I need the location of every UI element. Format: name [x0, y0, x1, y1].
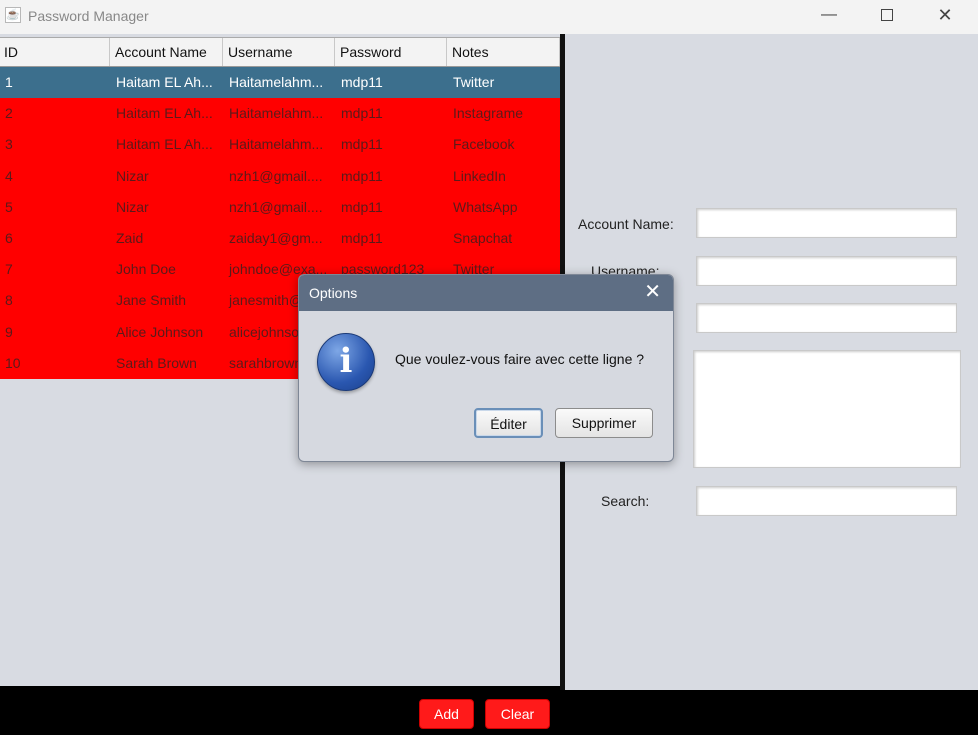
- column-header-account-name[interactable]: Account Name: [111, 38, 223, 66]
- cell-id: 7: [5, 261, 13, 278]
- cell-account-name: Alice Johnson: [116, 323, 204, 340]
- cell-password: mdp11: [341, 136, 383, 153]
- cell-notes: Facebook: [453, 136, 515, 153]
- cell-id: 3: [5, 136, 13, 153]
- cell-id: 4: [5, 167, 13, 184]
- java-cup-icon: ☕: [5, 7, 21, 23]
- notes-textarea[interactable]: [693, 350, 961, 468]
- password-field[interactable]: [696, 303, 957, 333]
- cell-password: mdp11: [341, 229, 383, 246]
- cell-id: 5: [5, 198, 13, 215]
- cell-account-name: Haitam EL Ah...: [116, 74, 213, 90]
- column-header-id[interactable]: ID: [0, 38, 110, 66]
- table-header: ID Account Name Username Password Notes: [0, 37, 560, 68]
- information-glyph: i: [339, 341, 353, 381]
- username-field[interactable]: [696, 256, 957, 286]
- cell-account-name: Sarah Brown: [116, 354, 197, 371]
- dialog-title: Options: [309, 285, 358, 301]
- cell-password: mdp11: [341, 167, 383, 184]
- add-button[interactable]: Add: [419, 699, 474, 729]
- options-dialog: Options ✕ i Que voulez-vous faire avec c…: [298, 274, 674, 462]
- dialog-title-bar: Options ✕: [299, 275, 673, 311]
- cell-id: 2: [5, 105, 13, 122]
- column-header-password[interactable]: Password: [336, 38, 447, 66]
- window-title: Password Manager: [28, 8, 149, 24]
- cell-notes: Instagrame: [453, 105, 524, 122]
- table-row[interactable]: 4 Nizar nzh1@gmail.... mdp11 LinkedIn: [0, 160, 560, 192]
- search-field[interactable]: [696, 486, 957, 516]
- cell-notes: Snapchat: [453, 229, 513, 246]
- cell-id: 9: [5, 323, 13, 340]
- cell-password: mdp11: [341, 198, 383, 215]
- cell-username: nzh1@gmail....: [229, 198, 323, 215]
- cell-account-name: Haitam EL Ah...: [116, 136, 213, 153]
- delete-button[interactable]: Supprimer: [555, 408, 653, 438]
- column-header-username[interactable]: Username: [224, 38, 335, 66]
- column-header-notes[interactable]: Notes: [448, 38, 560, 66]
- table-row[interactable]: 3 Haitam EL Ah... Haitamelahm... mdp11 Faceb…: [0, 129, 560, 161]
- cell-notes: LinkedIn: [453, 167, 506, 184]
- cell-id: 1: [5, 74, 13, 90]
- cell-account-name: John Doe: [116, 261, 176, 278]
- cell-password: mdp11: [341, 105, 383, 122]
- maximize-icon: [881, 8, 893, 21]
- table-row[interactable]: 1 Haitam EL Ah... Haitamelahm... mdp11 Twitt…: [0, 67, 560, 99]
- edit-button[interactable]: Éditer: [474, 408, 543, 438]
- cell-username: Haitamelahm...: [229, 136, 324, 153]
- cell-username: zaiday1@gm...: [229, 229, 323, 246]
- close-window-button[interactable]: ✕: [916, 0, 974, 32]
- clear-button[interactable]: Clear: [485, 699, 550, 729]
- cell-username: nzh1@gmail....: [229, 167, 323, 184]
- cell-account-name: Jane Smith: [116, 292, 187, 309]
- account-name-field[interactable]: [696, 208, 957, 238]
- cell-account-name: Haitam EL Ah...: [116, 105, 213, 122]
- table-row[interactable]: 5 Nizar nzh1@gmail.... mdp11 WhatsApp: [0, 191, 560, 223]
- account-name-label: Account Name:: [578, 216, 674, 232]
- cell-account-name: Nizar: [116, 167, 149, 184]
- cell-username: Haitamelahm...: [229, 105, 324, 122]
- table-row[interactable]: 6 Zaid zaiday1@gm... mdp11 Snapchat: [0, 222, 560, 255]
- cell-notes: Twitter: [453, 74, 495, 90]
- information-icon: i: [317, 333, 375, 391]
- cell-id: 10: [5, 354, 21, 371]
- cell-account-name: Nizar: [116, 198, 149, 215]
- cell-id: 6: [5, 229, 13, 246]
- cell-id: 8: [5, 292, 13, 309]
- minimize-button[interactable]: —: [800, 0, 858, 32]
- cell-password: mdp11: [341, 74, 383, 90]
- title-bar: ☕ Password Manager — ✕: [0, 0, 978, 34]
- dialog-message: Que voulez-vous faire avec cette ligne ?: [395, 351, 645, 367]
- cell-account-name: Zaid: [116, 229, 144, 246]
- maximize-button[interactable]: [858, 0, 916, 32]
- dialog-close-button[interactable]: ✕: [644, 281, 661, 303]
- table-row[interactable]: 2 Haitam EL Ah... Haitamelahm... mdp11 Insta…: [0, 98, 560, 130]
- cell-notes: WhatsApp: [453, 198, 518, 215]
- search-label: Search:: [601, 493, 650, 509]
- cell-username: Haitamelahm...: [229, 74, 324, 90]
